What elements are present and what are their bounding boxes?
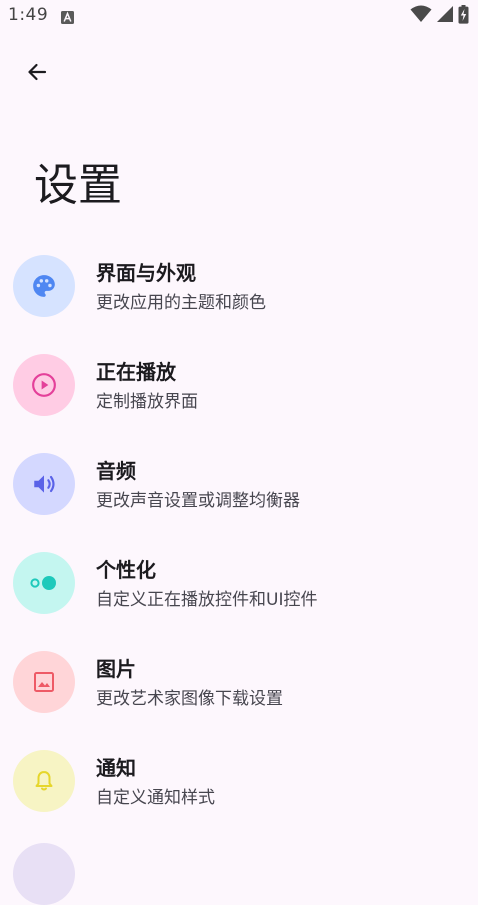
bell-icon bbox=[13, 750, 75, 812]
settings-item-partial-icon[interactable] bbox=[13, 843, 75, 905]
settings-item-title: 图片 bbox=[96, 657, 136, 681]
settings-item-appearance[interactable]: 界面与外观 更改应用的主题和颜色 bbox=[0, 236, 478, 335]
settings-item-now-playing[interactable]: 正在播放 定制播放界面 bbox=[0, 335, 478, 434]
settings-item-subtitle: 自定义正在播放控件和UI控件 bbox=[96, 590, 318, 610]
cellular-signal-icon bbox=[436, 5, 454, 27]
play-circle-icon bbox=[13, 354, 75, 416]
settings-item-audio[interactable]: 音频 更改声音设置或调整均衡器 bbox=[0, 434, 478, 533]
arrow-back-icon bbox=[25, 60, 49, 88]
settings-item-personalize[interactable]: 个性化 自定义正在播放控件和UI控件 bbox=[0, 533, 478, 632]
settings-item-title: 个性化 bbox=[96, 558, 156, 582]
palette-icon bbox=[13, 255, 75, 317]
settings-item-subtitle: 更改艺术家图像下载设置 bbox=[96, 689, 283, 709]
status-time: 1:49 bbox=[8, 5, 49, 25]
settings-item-notifications[interactable]: 通知 自定义通知样式 bbox=[0, 731, 478, 830]
toggle-icon bbox=[13, 552, 75, 614]
battery-charging-icon bbox=[458, 4, 469, 28]
settings-item-subtitle: 更改应用的主题和颜色 bbox=[96, 293, 266, 313]
page-title: 设置 bbox=[34, 160, 122, 211]
status-bar: 1:49 bbox=[0, 0, 478, 32]
settings-item-title: 音频 bbox=[96, 459, 136, 483]
settings-item-subtitle: 自定义通知样式 bbox=[96, 788, 215, 808]
image-icon bbox=[13, 651, 75, 713]
settings-item-images[interactable]: 图片 更改艺术家图像下载设置 bbox=[0, 632, 478, 731]
settings-item-subtitle: 定制播放界面 bbox=[96, 392, 198, 412]
wifi-icon bbox=[410, 5, 432, 27]
settings-item-title: 界面与外观 bbox=[96, 261, 196, 285]
settings-item-title: 正在播放 bbox=[96, 360, 176, 384]
volume-icon bbox=[13, 453, 75, 515]
settings-item-title: 通知 bbox=[96, 756, 136, 780]
settings-list: 界面与外观 更改应用的主题和颜色 正在播放 定制播放界面 音频 更改声音设置或调… bbox=[0, 236, 478, 830]
status-icons bbox=[410, 4, 469, 28]
settings-item-subtitle: 更改声音设置或调整均衡器 bbox=[96, 491, 300, 511]
a-box-icon bbox=[61, 9, 74, 24]
back-button[interactable] bbox=[13, 50, 61, 98]
